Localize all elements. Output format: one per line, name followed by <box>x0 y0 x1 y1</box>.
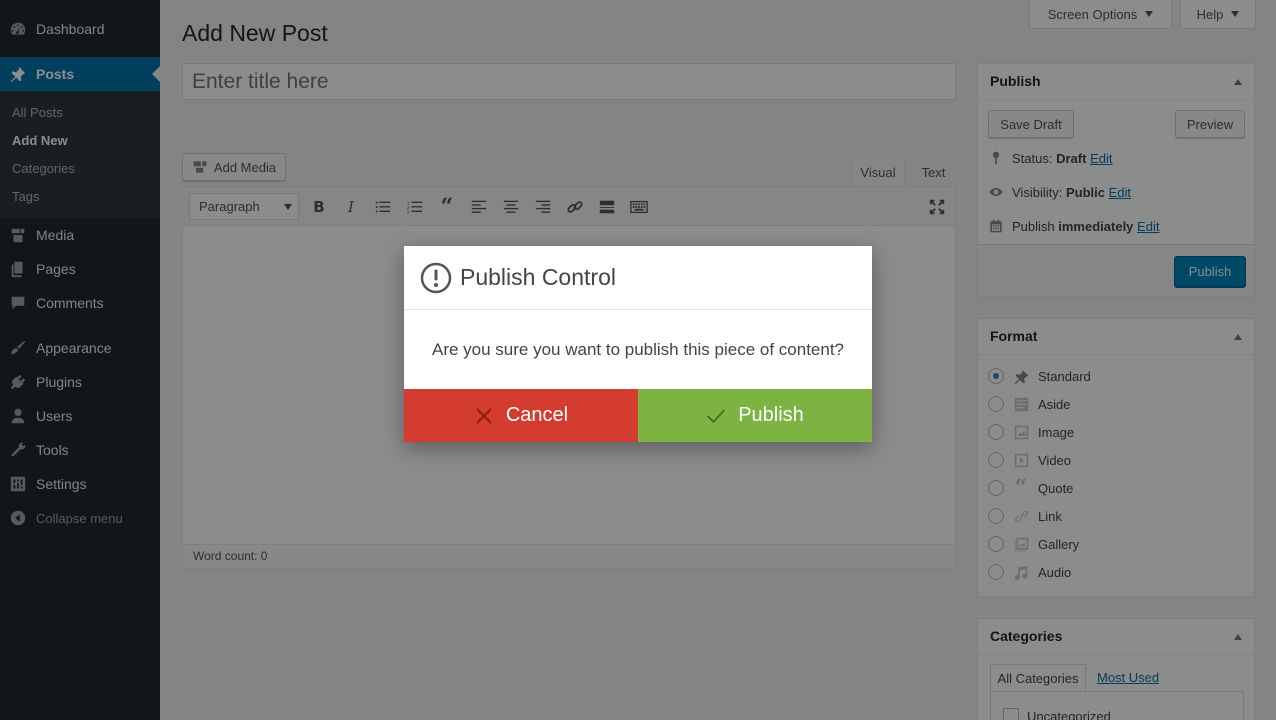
modal-publish-label: Publish <box>738 404 804 426</box>
modal-title: Publish Control <box>460 264 616 290</box>
modal-message: Are you sure you want to publish this pi… <box>431 339 845 359</box>
close-icon <box>474 406 494 426</box>
publish-control-modal: Publish Control Are you sure you want to… <box>404 246 872 442</box>
modal-header: Publish Control <box>404 246 872 310</box>
checkmark-icon <box>706 406 726 426</box>
modal-publish-button[interactable]: Publish <box>638 389 872 442</box>
exclamation-circle-icon <box>420 262 452 294</box>
modal-cancel-button[interactable]: Cancel <box>404 389 638 442</box>
modal-cancel-label: Cancel <box>505 404 569 426</box>
modal-actions: Cancel Publish <box>404 389 872 442</box>
